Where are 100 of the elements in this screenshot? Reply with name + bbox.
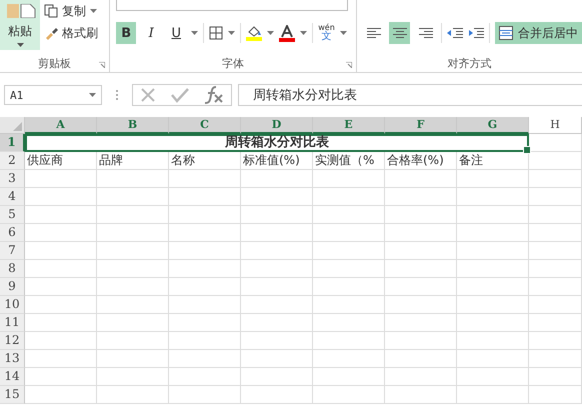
empty-cell	[169, 188, 241, 206]
align-center-icon	[392, 28, 406, 38]
launcher-icon	[99, 62, 106, 68]
empty-cell	[313, 206, 385, 224]
empty-cell	[313, 188, 385, 206]
empty-cell	[313, 296, 385, 314]
empty-cell	[169, 332, 241, 350]
empty-cell	[457, 224, 529, 242]
empty-cell	[241, 350, 313, 368]
empty-cell	[457, 350, 529, 368]
caret-icon	[267, 31, 274, 35]
empty-cell	[97, 188, 169, 206]
empty-cell	[241, 206, 313, 224]
empty-cell	[241, 314, 313, 332]
column-header[interactable]: A	[25, 117, 97, 134]
empty-cell	[385, 296, 457, 314]
empty-cell	[313, 278, 385, 296]
style-button[interactable]: U	[166, 22, 186, 44]
column-header[interactable]: D	[241, 117, 313, 134]
table-cell: 合格率(%)	[385, 152, 457, 170]
decrease-indent-icon[interactable]	[447, 28, 463, 38]
function-icon[interactable]	[204, 86, 224, 104]
empty-cell	[313, 386, 385, 404]
empty-cell	[169, 206, 241, 224]
align-button[interactable]	[389, 22, 410, 44]
column-header[interactable]: H	[529, 117, 582, 134]
table-cell: 实测值（%	[313, 152, 385, 170]
empty-cell	[241, 260, 313, 278]
column-header[interactable]: E	[313, 117, 385, 134]
empty-cell	[169, 386, 241, 404]
row-header[interactable]: 8	[0, 260, 25, 278]
row-header[interactable]: 14	[0, 368, 25, 386]
row-header[interactable]: 10	[0, 296, 25, 314]
empty-cell	[241, 242, 313, 260]
ribbon-button[interactable]: 格式刷	[44, 25, 98, 41]
row-header[interactable]: 9	[0, 278, 25, 296]
empty-cell	[169, 296, 241, 314]
name-box[interactable]: A1	[4, 85, 102, 105]
row-header[interactable]: 13	[0, 350, 25, 368]
empty-cell	[241, 368, 313, 386]
column-header[interactable]: B	[97, 117, 169, 134]
column-header[interactable]: F	[385, 117, 457, 134]
phonetic-button[interactable]: wén 文	[318, 24, 335, 42]
empty-cell	[241, 170, 313, 188]
empty-cell	[169, 278, 241, 296]
row-header[interactable]: 4	[0, 188, 25, 206]
empty-cell	[97, 332, 169, 350]
empty-cell	[241, 188, 313, 206]
row-header[interactable]: 1	[0, 134, 25, 152]
formula-input[interactable]: 周转箱水分对比表	[238, 84, 582, 106]
empty-cell	[313, 368, 385, 386]
empty-cell	[97, 260, 169, 278]
caret-icon	[191, 31, 198, 35]
launcher-icon	[346, 62, 352, 68]
align-left-icon	[366, 28, 380, 38]
merge-center-button[interactable]: 合并后居中	[495, 22, 582, 44]
empty-cell	[97, 296, 169, 314]
empty-cell	[169, 242, 241, 260]
row-header[interactable]: 2	[0, 152, 25, 170]
group-label: 对齐方式	[448, 56, 492, 70]
borders-icon[interactable]	[209, 26, 224, 40]
empty-cell	[529, 278, 582, 296]
empty-cell	[169, 260, 241, 278]
caret-icon	[228, 31, 236, 35]
empty-cell	[169, 170, 241, 188]
column-header[interactable]: G	[457, 117, 529, 134]
empty-cell	[457, 386, 529, 404]
empty-cell	[385, 350, 457, 368]
paste-button[interactable]: 粘贴	[0, 0, 40, 50]
empty-cell	[97, 350, 169, 368]
style-button[interactable]: I	[141, 22, 162, 44]
row-header[interactable]: 5	[0, 206, 25, 224]
merged-title-cell[interactable]: 周转箱水分对比表	[25, 134, 529, 152]
row-header[interactable]: 6	[0, 224, 25, 242]
empty-cell	[529, 242, 582, 260]
column-header[interactable]: C	[169, 117, 241, 134]
caret-icon	[16, 43, 24, 47]
row-header[interactable]: 15	[0, 386, 25, 404]
increase-indent-icon[interactable]	[468, 28, 484, 38]
font-field[interactable]	[116, 0, 348, 11]
caret-icon	[90, 9, 97, 13]
empty-cell	[529, 134, 582, 152]
empty-cell	[97, 224, 169, 242]
fill-color-icon[interactable]	[246, 25, 262, 41]
empty-cell	[529, 350, 582, 368]
font-color-icon[interactable]	[279, 24, 296, 42]
row-header[interactable]: 11	[0, 314, 25, 332]
ribbon-button[interactable]: 复制	[44, 3, 98, 19]
empty-cell	[313, 170, 385, 188]
empty-cell	[97, 368, 169, 386]
style-button[interactable]: B	[116, 22, 136, 44]
row-header[interactable]: 7	[0, 242, 25, 260]
check-icon[interactable]	[170, 87, 189, 103]
empty-cell	[529, 314, 582, 332]
row-header[interactable]: 12	[0, 332, 25, 350]
empty-cell	[529, 368, 582, 386]
table-cell: 标准值(%)	[241, 152, 313, 170]
row-header[interactable]: 3	[0, 170, 25, 188]
empty-cell	[529, 260, 582, 278]
empty-cell	[97, 206, 169, 224]
